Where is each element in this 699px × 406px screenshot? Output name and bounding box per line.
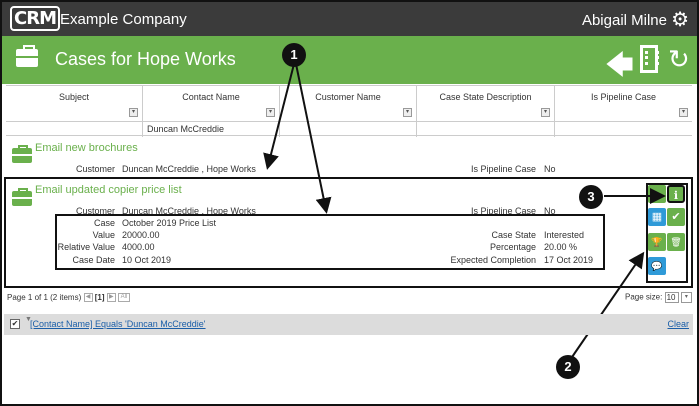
gear-icon[interactable]: ⚙ xyxy=(671,7,689,32)
filter-case-state-input[interactable] xyxy=(417,122,555,137)
callout-3: 3 xyxy=(579,185,603,209)
case-date-value: 10 Oct 2019 xyxy=(122,255,172,265)
filter-subject-input[interactable] xyxy=(6,122,143,137)
page-size: Page size: 10 ▾ xyxy=(625,292,692,303)
open-icon[interactable]: ▶ xyxy=(648,185,666,203)
filter-contact-name-input[interactable]: Duncan McCreddie xyxy=(143,122,280,137)
filter-row: Duncan McCreddie xyxy=(6,121,692,137)
briefcase-icon xyxy=(12,188,32,206)
column-subject[interactable]: Subject ▾ xyxy=(6,86,143,121)
callout-2: 2 xyxy=(556,355,580,379)
callout-1: 1 xyxy=(282,43,306,67)
case-title-link[interactable]: Email updated copier price list xyxy=(35,184,182,196)
value-value: 20000.00 xyxy=(122,230,160,240)
expected-completion-label: Expected Completion xyxy=(450,255,536,265)
case-state-label: Case State xyxy=(491,230,536,240)
delete-trash-icon[interactable]: 🗑 xyxy=(667,233,685,251)
active-filter-bar: ✔ ▼ [Contact Name] Equals 'Duncan McCred… xyxy=(4,314,693,335)
clear-filter-link[interactable]: Clear xyxy=(667,319,689,329)
next-page-icon[interactable]: ▶ xyxy=(106,293,116,303)
case-title-link[interactable]: Email new brochures xyxy=(35,142,138,154)
filter-expression-link[interactable]: [Contact Name] Equals 'Duncan McCreddie' xyxy=(30,319,206,329)
relative-value-label: Relative Value xyxy=(57,242,115,252)
filter-dropdown-icon[interactable]: ▾ xyxy=(541,108,550,117)
customer-label: Customer xyxy=(75,164,115,174)
pipeline-value: No xyxy=(544,164,556,174)
relative-value-value: 4000.00 xyxy=(122,242,155,252)
company-building-icon[interactable] xyxy=(640,45,659,73)
value-label: Value xyxy=(92,230,115,240)
page-size-input[interactable]: 10 xyxy=(664,292,679,303)
comments-icon[interactable]: 💬 xyxy=(648,257,666,275)
company-name: Example Company xyxy=(60,11,187,28)
user-name[interactable]: Abigail Milne xyxy=(582,12,667,29)
page-header: Cases for Hope Works 🡄 ↻ xyxy=(2,36,697,84)
top-bar: CRM Example Company Abigail Milne ⚙ xyxy=(2,2,697,36)
briefcase-icon xyxy=(16,45,38,67)
filter-pipeline-input[interactable] xyxy=(555,122,692,137)
calendar-icon[interactable]: ▦ xyxy=(648,208,666,226)
filter-enabled-checkbox[interactable]: ✔ xyxy=(10,319,20,329)
case-state-value: Interested xyxy=(544,230,585,240)
column-case-state-description[interactable]: Case State Description ▾ xyxy=(417,86,555,121)
crm-logo[interactable]: CRM xyxy=(10,6,60,31)
pipeline-label: Is Pipeline Case xyxy=(470,164,536,174)
show-all-button[interactable]: All xyxy=(117,293,130,303)
pager: Page 1 of 1 (2 items) ◀ [1] ▶ All xyxy=(7,293,130,303)
filter-dropdown-icon[interactable]: ▾ xyxy=(266,108,275,117)
page-title: Cases for Hope Works xyxy=(55,49,236,69)
info-icon[interactable]: ℹ xyxy=(667,185,685,203)
pager-text: Page 1 of 1 (2 items) xyxy=(7,293,82,302)
briefcase-icon xyxy=(12,145,32,163)
filter-dropdown-icon[interactable]: ▾ xyxy=(679,108,688,117)
page-size-dropdown-icon[interactable]: ▾ xyxy=(680,292,692,303)
filter-dropdown-icon[interactable]: ▾ xyxy=(129,108,138,117)
current-page[interactable]: [1] xyxy=(95,293,105,302)
percentage-value: 20.00 % xyxy=(544,242,578,252)
case-label: Case xyxy=(93,218,115,228)
grid-header: Subject ▾ Contact Name ▾ Customer Name ▾… xyxy=(6,85,692,137)
page-size-label: Page size: xyxy=(625,292,663,302)
column-contact-name[interactable]: Contact Name ▾ xyxy=(143,86,280,121)
column-is-pipeline-case[interactable]: Is Pipeline Case ▾ xyxy=(555,86,692,121)
case-date-label: Case Date xyxy=(72,255,115,265)
column-customer-name[interactable]: Customer Name ▾ xyxy=(280,86,417,121)
customer-value: Duncan McCreddie , Hope Works xyxy=(122,164,256,174)
trophy-icon[interactable]: 🏆 xyxy=(648,233,666,251)
complete-check-icon[interactable]: ✔ xyxy=(667,208,685,226)
expected-completion-value: 17 Oct 2019 xyxy=(544,255,594,265)
percentage-label: Percentage xyxy=(489,242,536,252)
case-value: October 2019 Price List xyxy=(122,218,217,228)
refresh-icon[interactable]: ↻ xyxy=(668,44,690,75)
filter-customer-name-input[interactable] xyxy=(280,122,417,137)
filter-dropdown-icon[interactable]: ▾ xyxy=(403,108,412,117)
prev-page-icon[interactable]: ◀ xyxy=(83,293,93,303)
